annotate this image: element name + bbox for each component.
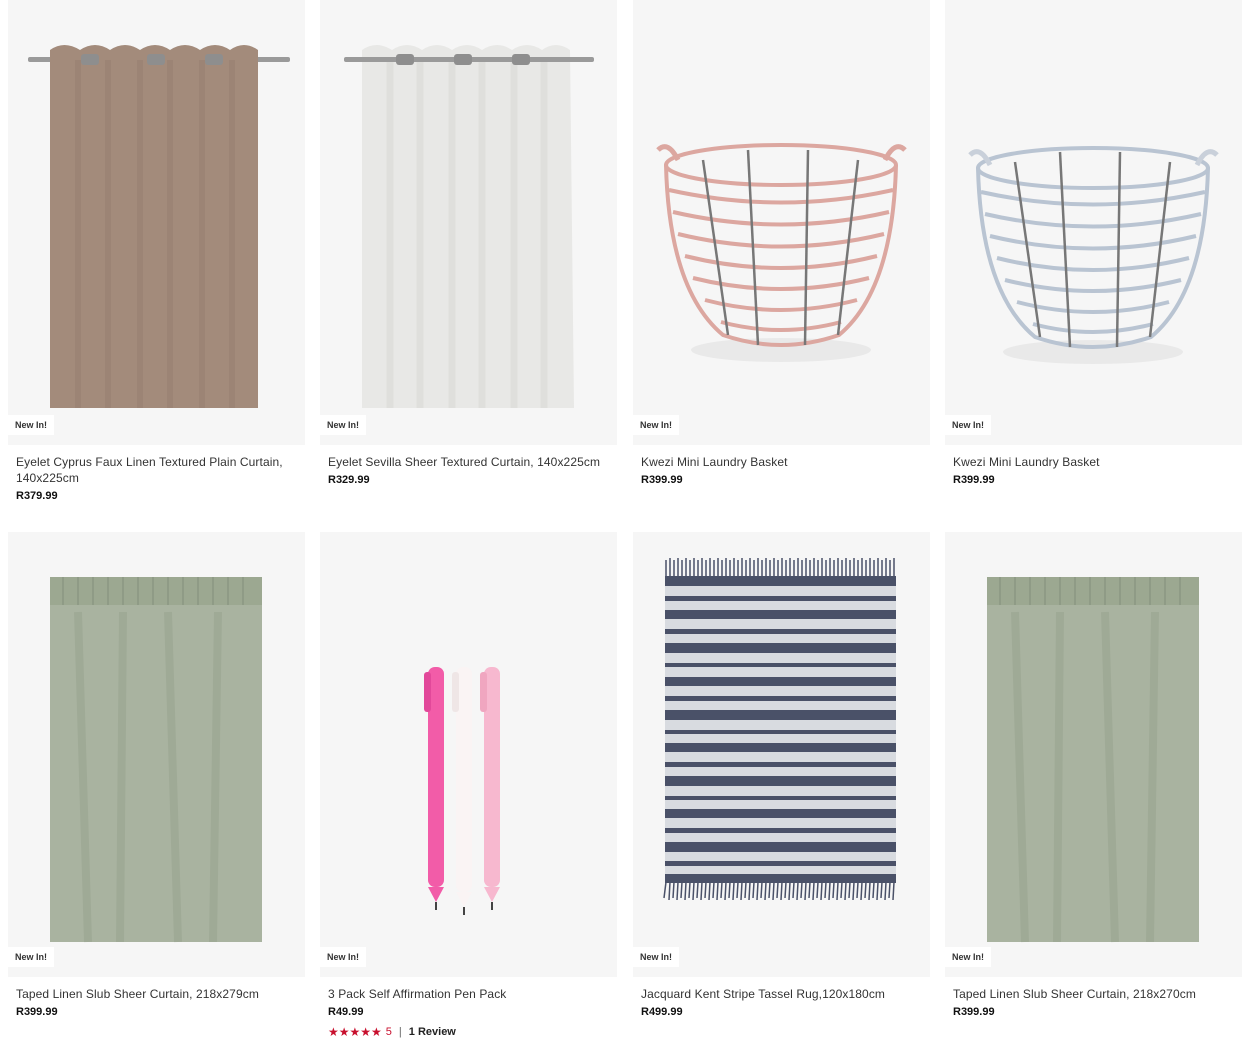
product-title[interactable]: Eyelet Cyprus Faux Linen Textured Plain … — [16, 454, 297, 486]
product-title[interactable]: Jacquard Kent Stripe Tassel Rug,120x180c… — [641, 986, 922, 1002]
product-card[interactable]: New In! Kwezi Mini Laundry Basket R399.9… — [945, 0, 1242, 486]
product-grid: New In! Eyelet Cyprus Faux Linen Texture… — [0, 0, 1250, 1063]
striped-rug-image — [633, 532, 930, 977]
product-price: R399.99 — [953, 1006, 995, 1018]
review-count-link[interactable]: 1 Review — [409, 1026, 456, 1038]
product-image[interactable]: New In! — [633, 532, 930, 977]
product-title[interactable]: Kwezi Mini Laundry Basket — [953, 454, 1234, 470]
white-sheer-curtain-image — [320, 0, 617, 445]
product-title[interactable]: Eyelet Sevilla Sheer Textured Curtain, 1… — [328, 454, 609, 470]
product-card[interactable]: New In! Eyelet Cyprus Faux Linen Texture… — [8, 0, 305, 502]
pens-image — [320, 532, 617, 977]
product-card[interactable]: New In! Jacquard Kent Stripe Tassel Rug,… — [633, 532, 930, 1018]
product-rating[interactable]: ★★★★★ 5 | 1 Review — [328, 1025, 609, 1039]
taupe-curtain-image — [8, 0, 305, 445]
product-price: R399.99 — [953, 474, 995, 486]
product-image[interactable]: New In! — [633, 0, 930, 445]
sage-curtain-image — [8, 532, 305, 977]
product-image[interactable]: New In! — [8, 532, 305, 977]
blue-basket-image — [945, 0, 1242, 445]
product-image[interactable]: New In! — [320, 532, 617, 977]
product-image[interactable]: New In! — [945, 0, 1242, 445]
new-in-badge: New In! — [633, 415, 680, 435]
product-price: R329.99 — [328, 474, 370, 486]
product-image[interactable]: New In! — [8, 0, 305, 445]
product-image[interactable]: New In! — [320, 0, 617, 445]
new-in-badge: New In! — [8, 415, 55, 435]
pink-basket-image — [633, 0, 930, 445]
product-title[interactable]: Kwezi Mini Laundry Basket — [641, 454, 922, 470]
product-price: R49.99 — [328, 1006, 364, 1018]
product-title[interactable]: Taped Linen Slub Sheer Curtain, 218x279c… — [16, 986, 297, 1002]
product-card[interactable]: New In! 3 Pack Self Affirmation Pen Pack… — [320, 532, 617, 1039]
product-card[interactable]: New In! Taped Linen Slub Sheer Curtain, … — [945, 532, 1242, 1018]
rating-separator: | — [398, 1026, 402, 1038]
product-card[interactable]: New In! Kwezi Mini Laundry Basket R399.9… — [633, 0, 930, 486]
new-in-badge: New In! — [8, 947, 55, 967]
new-in-badge: New In! — [320, 415, 367, 435]
product-price: R399.99 — [641, 474, 683, 486]
new-in-badge: New In! — [633, 947, 680, 967]
product-title[interactable]: 3 Pack Self Affirmation Pen Pack — [328, 986, 609, 1002]
rating-stars-icon: ★★★★★ — [328, 1025, 382, 1039]
new-in-badge: New In! — [945, 415, 992, 435]
product-price: R379.99 — [16, 490, 58, 502]
product-title[interactable]: Taped Linen Slub Sheer Curtain, 218x270c… — [953, 986, 1234, 1002]
sage-curtain-image — [945, 532, 1242, 977]
rating-value: 5 — [385, 1026, 392, 1038]
new-in-badge: New In! — [945, 947, 992, 967]
product-image[interactable]: New In! — [945, 532, 1242, 977]
product-price: R399.99 — [16, 1006, 58, 1018]
product-card[interactable]: New In! Eyelet Sevilla Sheer Textured Cu… — [320, 0, 617, 486]
product-card[interactable]: New In! Taped Linen Slub Sheer Curtain, … — [8, 532, 305, 1018]
product-price: R499.99 — [641, 1006, 683, 1018]
new-in-badge: New In! — [320, 947, 367, 967]
